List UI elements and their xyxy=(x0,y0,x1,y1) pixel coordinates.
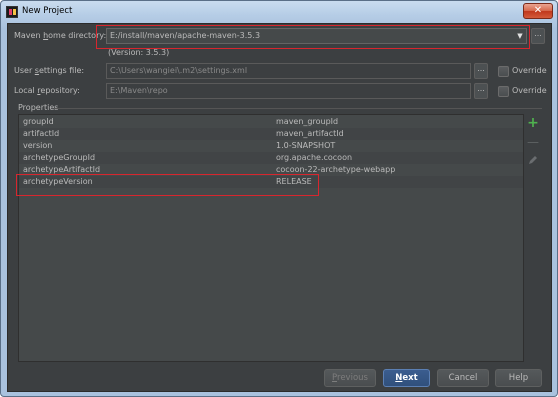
local-repo-override-checkbox[interactable] xyxy=(498,86,509,97)
user-settings-override-label[interactable]: Override xyxy=(512,65,547,77)
user-settings-override-checkbox[interactable] xyxy=(498,66,509,77)
window-title: New Project xyxy=(22,6,73,16)
maven-home-browse-button[interactable]: ... xyxy=(531,28,545,44)
property-value[interactable]: maven_artifactId xyxy=(276,128,344,140)
properties-group-title: Properties xyxy=(18,103,59,112)
previous-button[interactable]: Previous xyxy=(324,369,376,387)
properties-table: groupId maven_groupId artifactId maven_a… xyxy=(18,114,524,362)
user-settings-browse-button[interactable]: ... xyxy=(474,63,488,79)
local-repo-label: Local repository: xyxy=(14,86,80,95)
maven-home-combo[interactable]: E:/install/maven/apache-maven-3.5.3 ▼ xyxy=(106,28,527,44)
table-row[interactable]: archetypeGroupId org.apache.cocoon xyxy=(19,152,523,164)
user-settings-label: User settings file: xyxy=(14,66,85,75)
local-repo-field[interactable]: E:\Maven\repo xyxy=(106,83,471,99)
local-repo-override-label[interactable]: Override xyxy=(512,85,547,97)
maven-home-value: E:/install/maven/apache-maven-3.5.3 xyxy=(110,31,261,40)
local-repo-browse-button[interactable]: ... xyxy=(474,83,488,99)
property-key: archetypeArtifactId xyxy=(23,165,101,174)
property-key: artifactId xyxy=(23,129,60,138)
minus-icon[interactable]: — xyxy=(527,136,539,148)
property-key: archetypeVersion xyxy=(23,177,93,186)
title-bar[interactable]: New Project ✕ xyxy=(1,1,557,23)
property-value[interactable]: cocoon-22-archetype-webapp xyxy=(276,164,395,176)
plus-icon[interactable]: + xyxy=(527,116,539,130)
table-row[interactable]: version 1.0-SNAPSHOT xyxy=(19,140,523,152)
table-row[interactable]: groupId maven_groupId xyxy=(19,116,523,128)
pencil-icon[interactable] xyxy=(527,155,539,167)
table-row[interactable]: archetypeArtifactId cocoon-22-archetype-… xyxy=(19,164,523,176)
property-value[interactable]: RELEASE xyxy=(276,176,312,188)
property-key: groupId xyxy=(23,117,54,126)
table-row[interactable]: archetypeVersion RELEASE xyxy=(19,176,523,188)
property-value[interactable]: org.apache.cocoon xyxy=(276,152,352,164)
maven-version-text: (Version: 3.5.3) xyxy=(108,48,170,57)
cancel-button[interactable]: Cancel xyxy=(437,369,489,387)
dialog-window: New Project ✕ Maven home directory: E:/i… xyxy=(0,0,558,397)
property-value[interactable]: 1.0-SNAPSHOT xyxy=(276,140,335,152)
property-key: version xyxy=(23,141,53,150)
properties-divider xyxy=(54,108,542,109)
property-value[interactable]: maven_groupId xyxy=(276,116,338,128)
dialog-content: Maven home directory: E:/install/maven/a… xyxy=(7,23,552,392)
table-row[interactable]: artifactId maven_artifactId xyxy=(19,128,523,140)
close-button[interactable]: ✕ xyxy=(523,3,553,19)
chevron-down-icon[interactable]: ▼ xyxy=(515,30,525,42)
user-settings-field[interactable]: C:\Users\wangiei\.m2\settings.xml xyxy=(106,63,471,79)
help-button[interactable]: Help xyxy=(495,369,542,387)
intellij-logo-icon xyxy=(6,6,18,18)
maven-home-label: Maven home directory: xyxy=(14,31,107,40)
next-button[interactable]: Next xyxy=(383,369,430,387)
property-key: archetypeGroupId xyxy=(23,153,96,162)
